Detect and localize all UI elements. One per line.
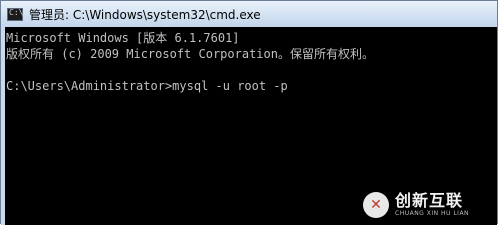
title-bar[interactable]: C:\ 管理员: C:\Windows\system32\cmd.exe bbox=[1, 1, 497, 27]
console-line: Microsoft Windows [版本 6.1.7601] bbox=[6, 31, 240, 45]
brand-logo-icon: ✕ bbox=[363, 192, 389, 218]
watermark-logo: ✕ 创新互联 CHUANG XIN HU LIAN bbox=[363, 189, 495, 221]
console-line: C:\Users\Administrator>mysql -u root -p bbox=[6, 79, 288, 93]
cmd-icon[interactable]: C:\ bbox=[7, 7, 23, 21]
console-line: 版权所有 (c) 2009 Microsoft Corporation。保留所有… bbox=[6, 47, 374, 61]
window-title: 管理员: C:\Windows\system32\cmd.exe bbox=[29, 7, 261, 22]
cmd-window: C:\ 管理员: C:\Windows\system32\cmd.exe Mic… bbox=[0, 0, 498, 225]
watermark-title: 创新互联 bbox=[395, 191, 464, 210]
watermark-subtitle: CHUANG XIN HU LIAN bbox=[395, 210, 470, 217]
